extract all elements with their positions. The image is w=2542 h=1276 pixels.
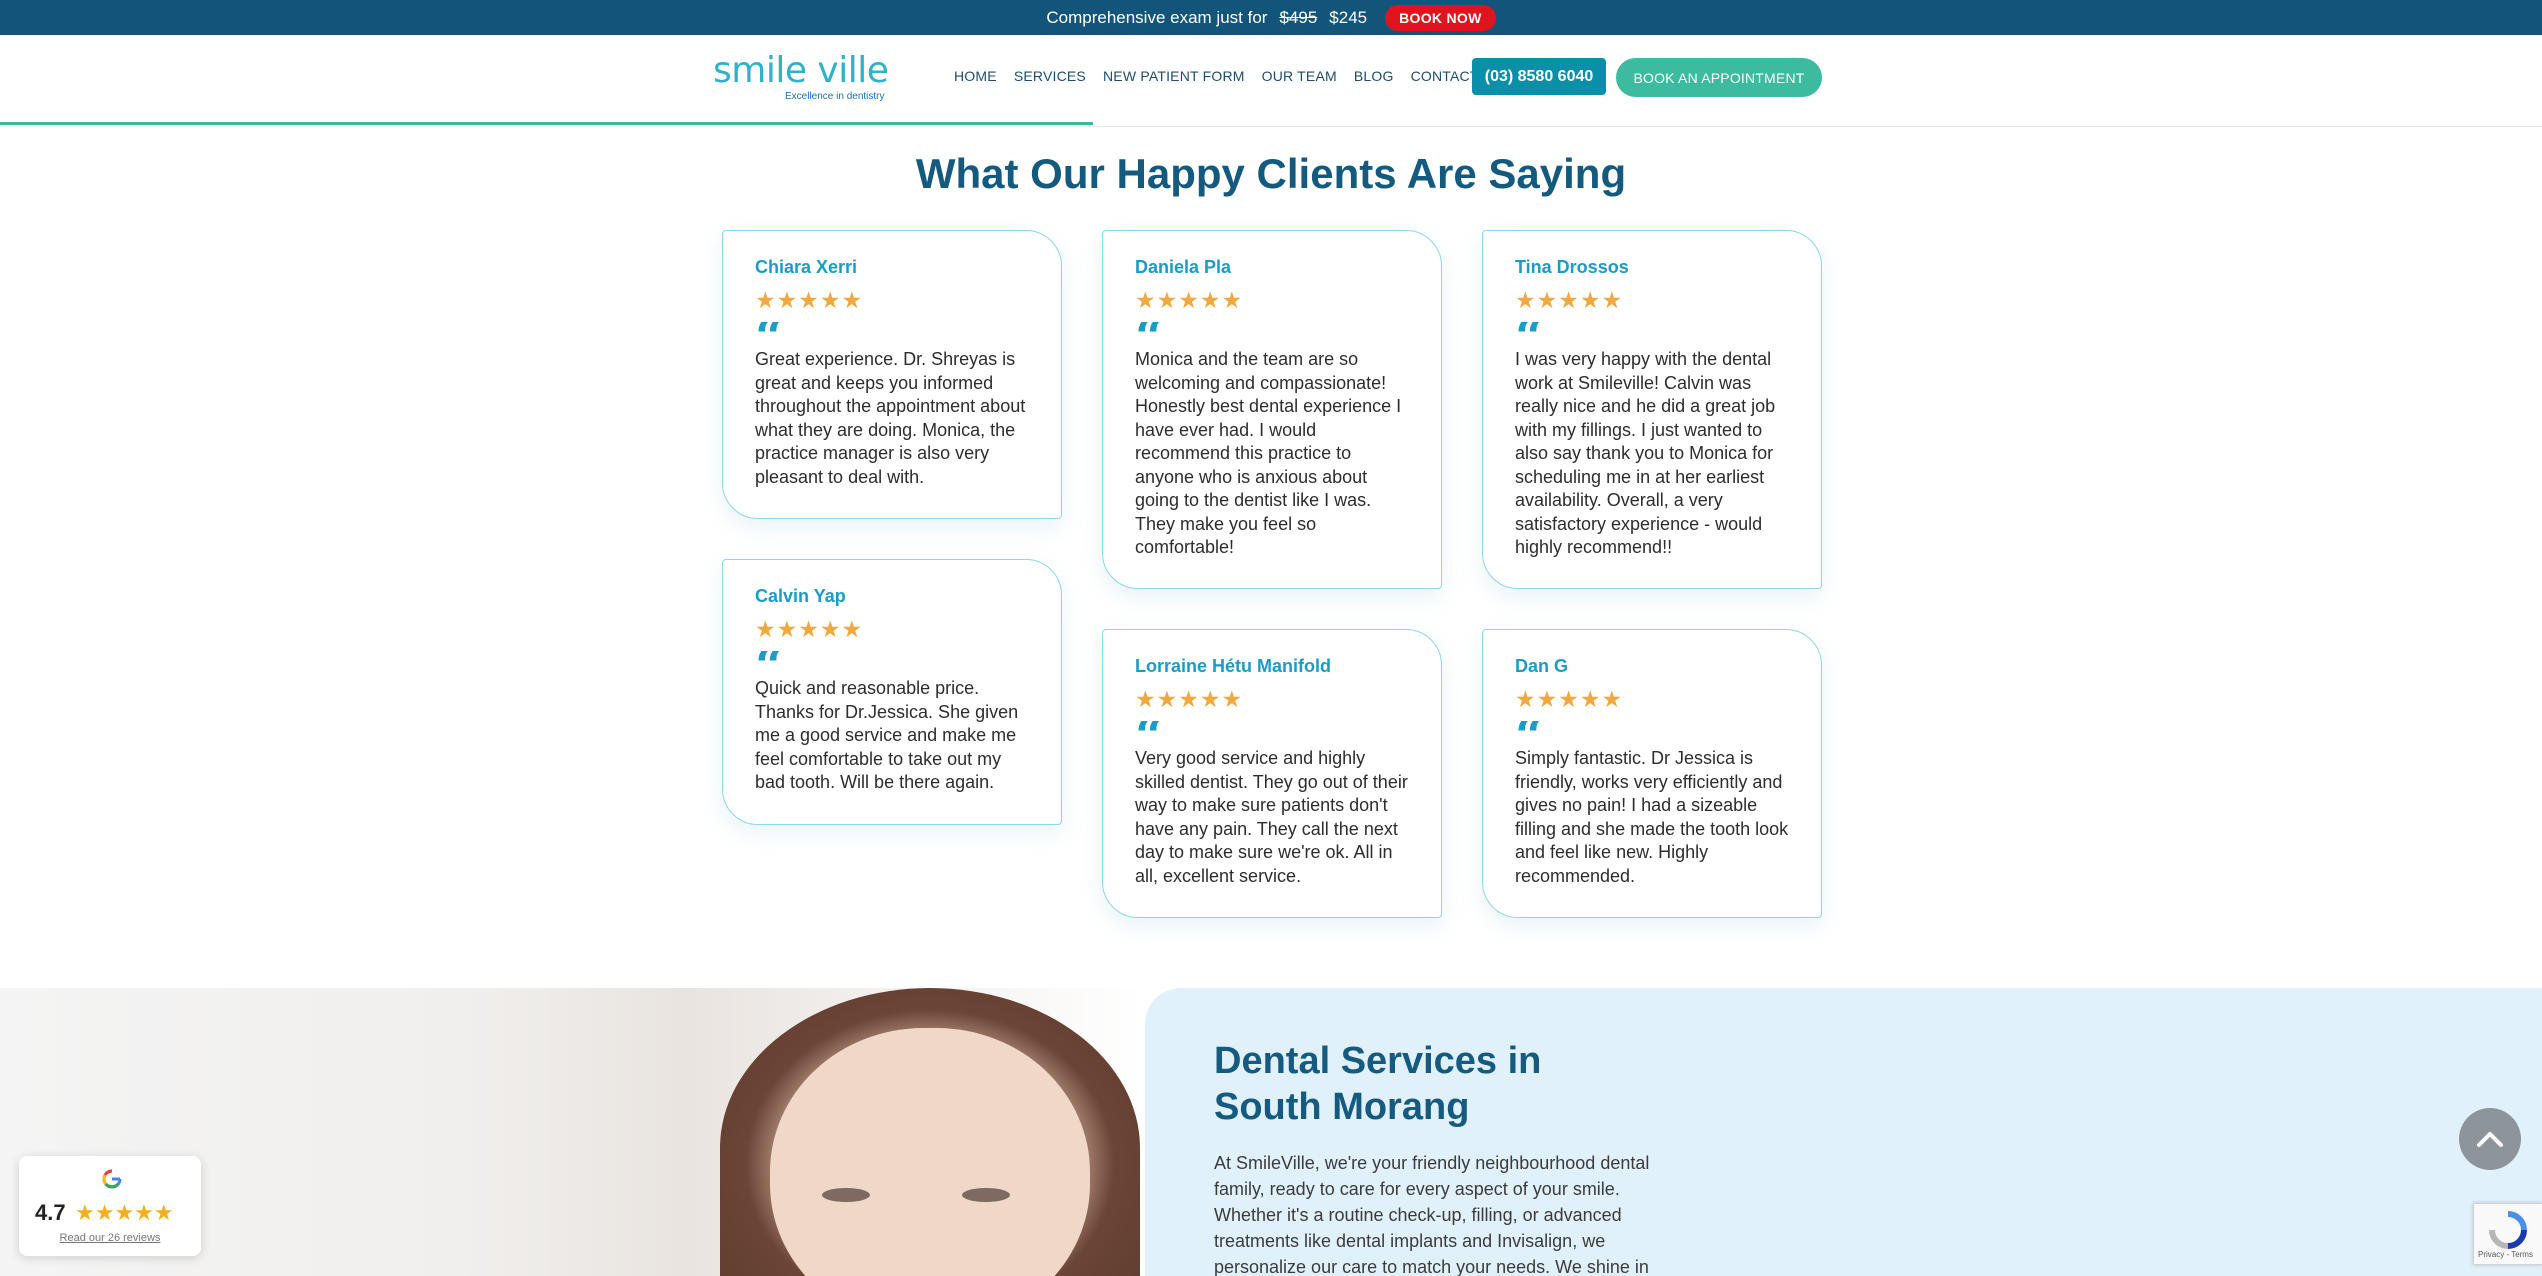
smileville-logo[interactable]: smile ville Excellence in dentistry bbox=[713, 50, 889, 103]
logo-tagline: Excellence in dentistry bbox=[785, 91, 885, 102]
nav-new-patient-form[interactable]: NEW PATIENT FORM bbox=[1103, 68, 1245, 84]
logo-wordmark: smile ville bbox=[713, 50, 889, 91]
review-card: Daniela Pla ★★★★★ “ Monica and the team … bbox=[1102, 230, 1442, 589]
photo-eye bbox=[822, 1188, 870, 1202]
quote-icon: “ bbox=[755, 651, 1029, 677]
recaptcha-icon bbox=[2489, 1211, 2527, 1249]
star-rating-icon: ★★★★★ bbox=[755, 287, 864, 313]
star-rating-icon: ★★★★★ bbox=[1135, 686, 1244, 712]
recaptcha-terms[interactable]: Privacy - Terms bbox=[2478, 1250, 2533, 1259]
reviewer-name: Daniela Pla bbox=[1135, 257, 1232, 277]
nav-blog[interactable]: BLOG bbox=[1354, 68, 1394, 84]
quote-icon: “ bbox=[1515, 322, 1789, 348]
quote-icon: “ bbox=[1135, 721, 1409, 747]
reviewer-name: Lorraine Hétu Manifold bbox=[1135, 656, 1332, 676]
reviewer-name: Dan G bbox=[1515, 656, 1569, 676]
scroll-progress-bar bbox=[0, 122, 1093, 125]
quote-icon: “ bbox=[1135, 322, 1409, 348]
services-panel: Dental Services in South Morang At Smile… bbox=[1145, 988, 2542, 1276]
quote-icon: “ bbox=[1515, 721, 1789, 747]
nav-home[interactable]: HOME bbox=[954, 68, 997, 84]
rating-score: 4.7 bbox=[35, 1200, 66, 1225]
review-text: I was very happy with the dental work at… bbox=[1515, 349, 1776, 557]
reviewer-name: Chiara Xerri bbox=[755, 257, 858, 277]
google-rating-widget[interactable]: 4.7 ★★★★★ Read our 26 reviews bbox=[19, 1156, 201, 1256]
review-text: Simply fantastic. Dr Jessica is friendly… bbox=[1515, 748, 1789, 886]
review-text: Great experience. Dr. Shreyas is great a… bbox=[755, 349, 1026, 487]
main-nav: HOME SERVICES NEW PATIENT FORM OUR TEAM … bbox=[954, 68, 1502, 84]
reviewer-name: Tina Drossos bbox=[1515, 257, 1629, 277]
review-card: Dan G ★★★★★ “ Simply fantastic. Dr Jessi… bbox=[1482, 629, 1822, 918]
chevron-up-icon bbox=[2477, 1132, 2503, 1147]
reviewer-name: Calvin Yap bbox=[755, 586, 846, 606]
star-rating-icon: ★★★★★ bbox=[1515, 287, 1624, 313]
review-card: Lorraine Hétu Manifold ★★★★★ “ Very good… bbox=[1102, 629, 1442, 918]
recaptcha-badge[interactable]: Privacy - Terms bbox=[2473, 1203, 2542, 1265]
site-header: smile ville Excellence in dentistry HOME… bbox=[0, 35, 2542, 127]
services-heading: Dental Services in South Morang bbox=[1214, 1040, 1542, 1128]
book-now-button[interactable]: BOOK NOW bbox=[1385, 4, 1496, 31]
page: Comprehensive exam just for $495 $245 BO… bbox=[0, 0, 2542, 1276]
star-rating-icon: ★★★★★ bbox=[755, 616, 864, 642]
book-appointment-button[interactable]: BOOK AN APPOINTMENT bbox=[1616, 58, 1822, 97]
promo-old-price: $495 bbox=[1279, 7, 1318, 27]
nav-our-team[interactable]: OUR TEAM bbox=[1262, 68, 1337, 84]
star-rating-icon: ★★★★★ bbox=[1515, 686, 1624, 712]
testimonials-title: What Our Happy Clients Are Saying bbox=[915, 150, 1627, 197]
google-icon bbox=[102, 1169, 122, 1189]
quote-icon: “ bbox=[755, 322, 1029, 348]
rating-stars-icon: ★★★★★ bbox=[75, 1200, 174, 1225]
review-card: Chiara Xerri ★★★★★ “ Great experience. D… bbox=[722, 230, 1062, 519]
promo-text: Comprehensive exam just for bbox=[1046, 7, 1268, 27]
scroll-to-top-button[interactable] bbox=[2459, 1108, 2521, 1170]
promo-new-price: $245 bbox=[1329, 7, 1368, 27]
read-reviews-link[interactable]: Read our 26 reviews bbox=[19, 1232, 201, 1244]
review-card: Calvin Yap ★★★★★ “ Quick and reasonable … bbox=[722, 559, 1062, 825]
services-body: At SmileVille, we're your friendly neigh… bbox=[1214, 1153, 1650, 1276]
photo-eye bbox=[962, 1188, 1010, 1202]
review-text: Very good service and highly skilled den… bbox=[1135, 748, 1408, 886]
review-text: Monica and the team are so welcoming and… bbox=[1135, 349, 1402, 557]
promo-bar: Comprehensive exam just for $495 $245 BO… bbox=[0, 0, 2542, 35]
nav-services[interactable]: SERVICES bbox=[1014, 68, 1086, 84]
star-rating-icon: ★★★★★ bbox=[1135, 287, 1244, 313]
phone-button[interactable]: (03) 8580 6040 bbox=[1472, 58, 1606, 95]
review-text: Quick and reasonable price. Thanks for D… bbox=[755, 678, 1019, 792]
review-card: Tina Drossos ★★★★★ “ I was very happy wi… bbox=[1482, 230, 1822, 589]
